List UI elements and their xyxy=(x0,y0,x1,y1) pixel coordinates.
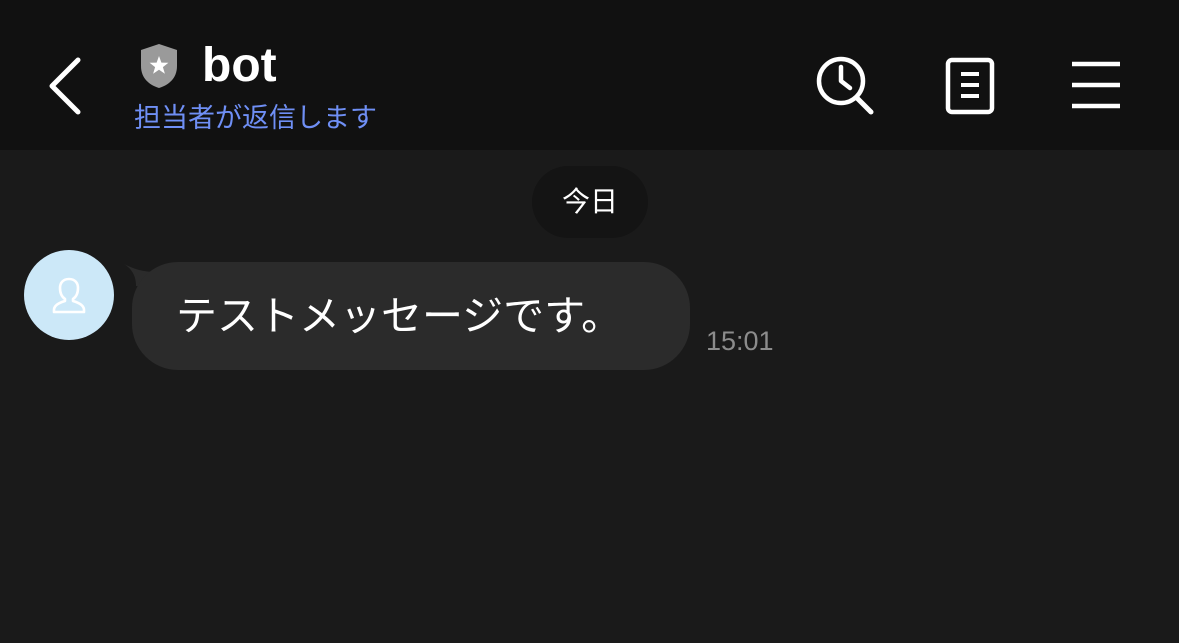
message-timestamp: 15:01 xyxy=(706,326,774,356)
document-icon xyxy=(945,57,995,115)
user-silhouette-icon xyxy=(52,277,86,314)
message-bubble[interactable]: テストメッセージです。 xyxy=(132,262,690,370)
shield-star-icon xyxy=(141,44,177,88)
menu-button[interactable] xyxy=(1064,52,1128,118)
chevron-left-icon xyxy=(49,57,81,115)
chat-status: 担当者が返信します xyxy=(134,103,377,134)
hamburger-menu-icon xyxy=(1072,61,1120,109)
chat-header: bot 担当者が返信します xyxy=(0,0,1179,150)
back-button[interactable] xyxy=(36,50,96,120)
history-search-button[interactable] xyxy=(812,52,876,118)
clock-search-icon xyxy=(816,56,874,115)
notes-button[interactable] xyxy=(938,52,1002,118)
chat-title: bot xyxy=(202,39,277,92)
date-separator: 今日 xyxy=(532,166,648,238)
chat-screen: bot 担当者が返信します 今日 テストメッセージです。 15:01 xyxy=(0,0,1179,643)
avatar[interactable] xyxy=(24,250,114,340)
chat-title-block[interactable]: bot 担当者が返信します xyxy=(134,36,554,136)
